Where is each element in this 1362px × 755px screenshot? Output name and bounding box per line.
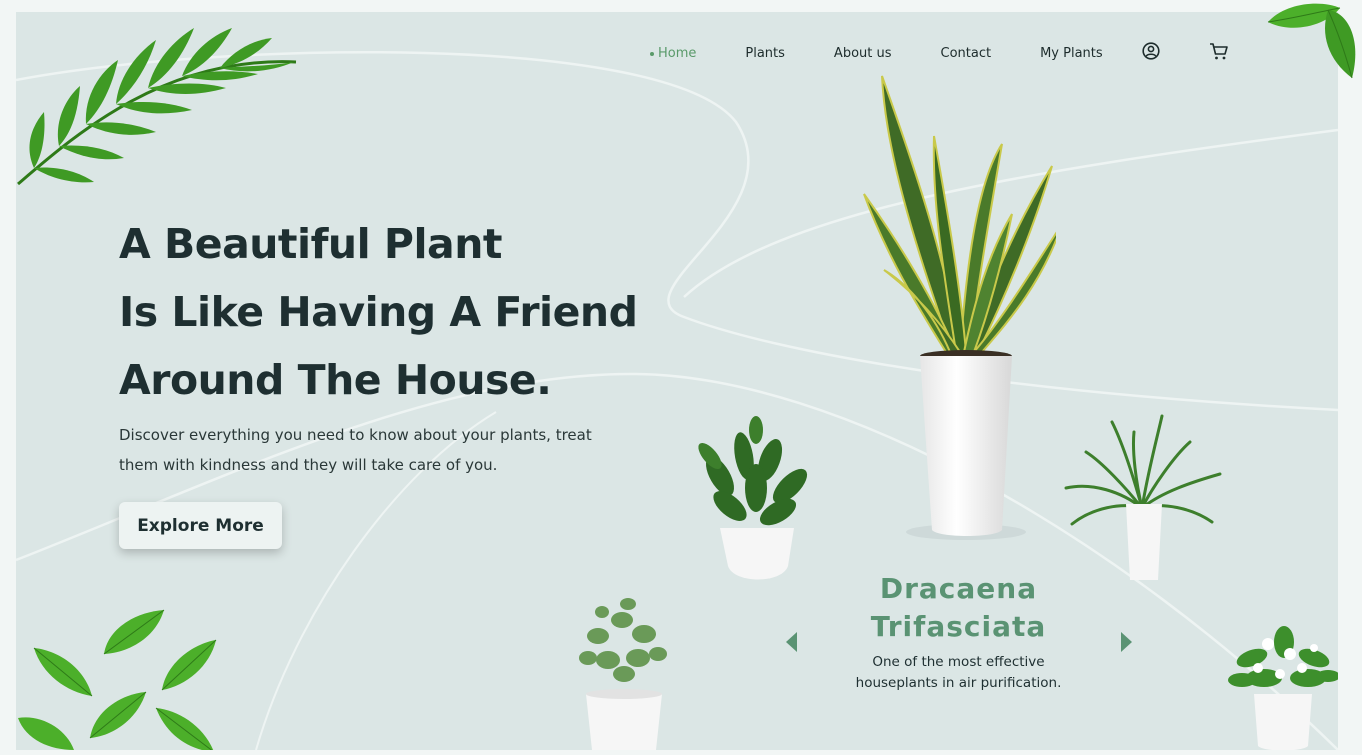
nav-plants-link[interactable]: Plants: [745, 46, 785, 61]
nav-about-link[interactable]: About us: [834, 46, 892, 61]
hero-frame: Home Plants About us Contact My Plants A…: [16, 12, 1338, 750]
hero-title-line: Is Like Having A Friend: [119, 288, 638, 336]
hero-title-line: A Beautiful Plant: [119, 220, 502, 268]
fern-leaf-decoration: [17, 28, 297, 186]
nav-my-plants-link[interactable]: My Plants: [1040, 46, 1103, 61]
user-icon[interactable]: [1142, 42, 1160, 60]
cart-icon[interactable]: [1209, 42, 1229, 61]
snake-plant-image: [863, 75, 1056, 540]
featured-plant-name-line: Trifasciata: [870, 610, 1047, 643]
hero-description-line: them with kindness and they will take ca…: [119, 456, 498, 474]
featured-plant-description-line: houseplants in air purification.: [855, 675, 1062, 691]
nav-home-link[interactable]: Home: [650, 46, 696, 61]
triangle-right-icon[interactable]: [1120, 632, 1132, 652]
hero-title-line: Around The House.: [119, 356, 552, 404]
nav-contact-link[interactable]: Contact: [941, 46, 992, 61]
triangle-left-icon[interactable]: [786, 632, 798, 652]
zz-plant-image: [698, 416, 808, 580]
hero-description-line: Discover everything you need to know abo…: [119, 426, 592, 444]
main-nav: Home Plants About us Contact My Plants: [650, 45, 1103, 61]
spider-plant-image: [1064, 414, 1222, 580]
corner-leaves-decoration: [1267, 3, 1356, 79]
featured-plant-name-line: Dracaena: [879, 572, 1038, 605]
succulent-plant-image: [579, 598, 667, 750]
hero-description: Discover everything you need to know abo…: [119, 420, 619, 480]
featured-plant-caption: Dracaena Trifasciata One of the most eff…: [836, 570, 1081, 694]
explore-more-button[interactable]: Explore More: [119, 502, 282, 549]
flowering-plant-image: [1228, 626, 1338, 750]
falling-leaves-decoration: [18, 609, 217, 750]
featured-plant-description-line: One of the most effective: [872, 654, 1045, 670]
hero-title: A Beautiful Plant Is Like Having A Frien…: [119, 218, 638, 422]
